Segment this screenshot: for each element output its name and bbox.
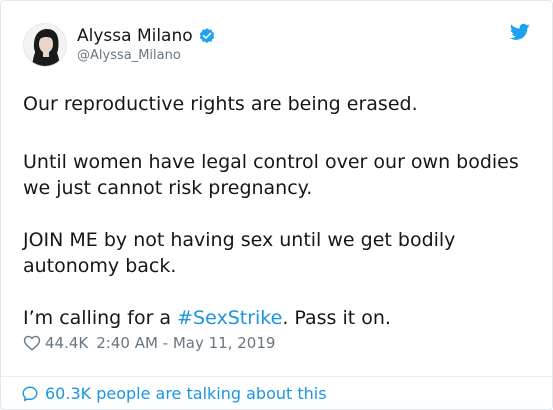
talking-about-link[interactable]: 60.3K people are talking about this — [21, 384, 327, 403]
heart-icon[interactable] — [23, 334, 41, 352]
tweet-header: Alyssa Milano @Alyssa_Milano — [23, 21, 216, 69]
tweet-paragraph-2: Until women have legal control over our … — [23, 151, 519, 199]
display-name[interactable]: Alyssa Milano — [77, 25, 193, 47]
handle[interactable]: @Alyssa_Milano — [77, 47, 216, 65]
tweet-card: Alyssa Milano @Alyssa_Milano Our reprodu… — [0, 0, 553, 410]
tweet-paragraph-4-prefix: I’m calling for a — [23, 307, 178, 329]
tweet-paragraph-3: JOIN ME by not having sex until we get b… — [23, 229, 456, 277]
talking-about-text: 60.3K people are talking about this — [45, 384, 327, 403]
divider — [1, 376, 552, 377]
author-names: Alyssa Milano @Alyssa_Milano — [77, 25, 216, 65]
tweet-paragraph-4-suffix: . Pass it on. — [282, 307, 391, 329]
avatar[interactable] — [23, 23, 67, 67]
twitter-bird-icon[interactable] — [509, 23, 530, 41]
hashtag-link[interactable]: #SexStrike — [177, 307, 282, 329]
like-count[interactable]: 44.4K — [45, 334, 88, 352]
timestamp[interactable]: 2:40 AM - May 11, 2019 — [96, 334, 275, 352]
tweet-paragraph-1: Our reproductive rights are being erased… — [23, 93, 418, 115]
tweet-meta: 44.4K 2:40 AM - May 11, 2019 — [23, 334, 275, 352]
display-name-row: Alyssa Milano — [77, 25, 216, 47]
verified-badge-icon — [198, 27, 216, 45]
reply-bubble-icon — [21, 385, 39, 403]
tweet-paragraph-4: I’m calling for a #SexStrike. Pass it on… — [23, 305, 391, 331]
